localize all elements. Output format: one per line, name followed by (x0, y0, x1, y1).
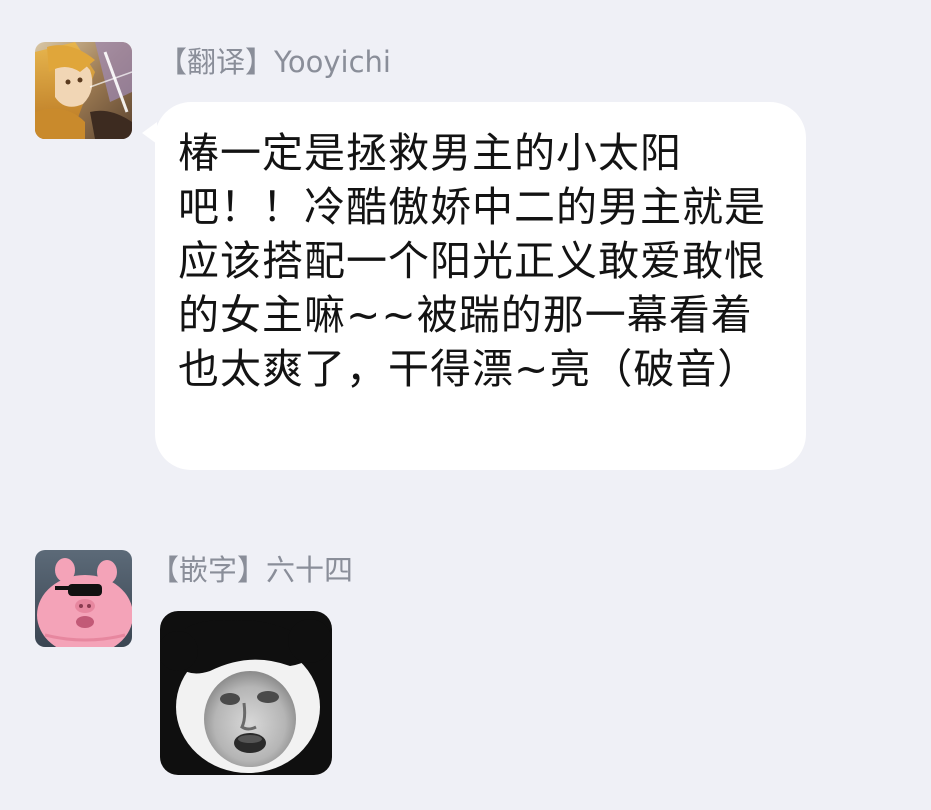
sender-tag: 【嵌字】 (150, 553, 267, 587)
message-bubble[interactable]: 椿一定是拯救男主的小太阳吧！！冷酷傲娇中二的男主就是应该搭配一个阳光正义敢爱敢恨… (142, 102, 806, 470)
sender-username: 六十四 (266, 553, 354, 587)
anime-character-avatar-icon (35, 42, 132, 139)
sticker-image[interactable] (160, 611, 332, 775)
avatar[interactable] (35, 42, 132, 139)
pink-pig-sunglasses-avatar-icon (35, 550, 132, 647)
sender-username: Yooyichi (274, 45, 391, 79)
sender-tag: 【翻译】 (158, 45, 275, 79)
sender-name: 【翻译】Yooyichi (158, 44, 391, 80)
avatar[interactable] (35, 550, 132, 647)
panda-meme-face-sticker-icon (160, 611, 332, 775)
sender-name: 【嵌字】六十四 (150, 552, 353, 588)
message-text: 椿一定是拯救男主的小太阳吧！！冷酷傲娇中二的男主就是应该搭配一个阳光正义敢爱敢恨… (178, 129, 766, 393)
